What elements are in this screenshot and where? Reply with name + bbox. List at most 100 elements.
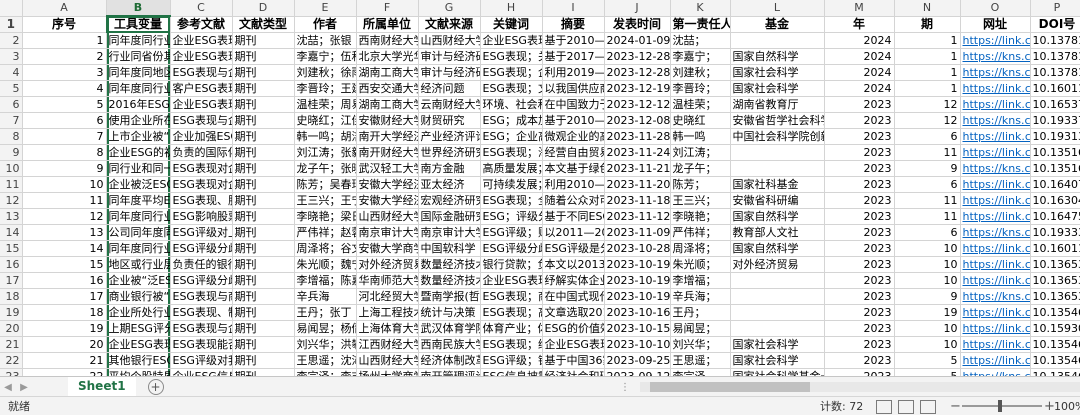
cell[interactable] xyxy=(730,160,825,177)
cell[interactable]: 2023-11-18 xyxy=(604,192,671,209)
row-header[interactable]: 7 xyxy=(0,112,23,129)
row-header[interactable]: 1 xyxy=(0,16,23,33)
prev-sheet-icon[interactable]: ◀ xyxy=(0,377,16,397)
cell[interactable]: ESG表现；企业 xyxy=(480,64,543,81)
column-header-n[interactable]: N xyxy=(894,0,961,17)
cell[interactable]: 9 xyxy=(894,288,961,305)
cell[interactable]: 基于不同ESG评 xyxy=(542,208,605,225)
cell[interactable]: 纾解实体企业 xyxy=(542,272,605,289)
cell[interactable]: 利用2010—20 xyxy=(542,176,605,193)
column-header-o[interactable]: O xyxy=(960,0,1031,17)
cell[interactable]: 13 xyxy=(22,224,107,241)
cell[interactable]: 期刊 xyxy=(232,176,295,193)
cell[interactable]: 期刊 xyxy=(232,320,295,337)
cell[interactable]: 10.15930/j.cn xyxy=(1030,320,1080,337)
cell[interactable]: ESG影响股票波 xyxy=(170,208,233,225)
row-header[interactable]: 11 xyxy=(0,176,23,193)
cell[interactable]: 经济体制改革 xyxy=(418,352,481,369)
cell[interactable]: 山西财经大学 xyxy=(418,32,481,49)
cell[interactable]: 李嘉宁； xyxy=(670,48,731,65)
row-header[interactable]: 4 xyxy=(0,64,23,81)
cell[interactable]: 2016年ESG的动 xyxy=(106,96,171,113)
cell[interactable]: ESG评级是分析 xyxy=(542,240,605,257)
cell[interactable]: 2023 xyxy=(824,160,895,177)
cell[interactable]: 2023 xyxy=(824,192,895,209)
cell[interactable]: 在中国致力于 xyxy=(542,96,605,113)
cell[interactable]: 公司同年度同 xyxy=(106,224,171,241)
cell[interactable]: ESG表现；高质 xyxy=(480,304,543,321)
column-header-j[interactable]: J xyxy=(604,0,671,17)
cell[interactable]: 2023-11-21 xyxy=(604,160,671,177)
cell[interactable]: 10.16304/j.cn xyxy=(1030,192,1080,209)
cell[interactable]: 19 xyxy=(22,320,107,337)
cell[interactable]: 期刊 xyxy=(232,112,295,129)
cell[interactable]: 环境、社会和 xyxy=(480,96,543,113)
spreadsheet-grid[interactable]: ABCDEFGHIJKLMNOP 1 序号 工具变量 参考文献 文献类型 作者 所属单位 文献… xyxy=(0,0,1080,376)
cell[interactable]: 3 xyxy=(22,64,107,81)
row-header[interactable]: 6 xyxy=(0,96,23,113)
cell[interactable]: 李宗泽；李志 xyxy=(294,368,357,376)
cell[interactable]: 2024 xyxy=(824,64,895,81)
cell[interactable]: 江西财经大学 xyxy=(356,336,419,353)
cell[interactable]: 暨南学报(哲学 xyxy=(418,288,481,305)
cell[interactable]: 随着公众对可 xyxy=(542,192,605,209)
cell[interactable]: 王丹； xyxy=(670,304,731,321)
cell[interactable]: https://link.cnk xyxy=(960,256,1031,273)
column-header-m[interactable]: M xyxy=(824,0,895,17)
cell[interactable]: 10.19333/j.cn xyxy=(1030,224,1080,241)
cell[interactable]: 11 xyxy=(894,144,961,161)
row-header[interactable]: 21 xyxy=(0,336,23,353)
cell[interactable]: 数量经济技术 xyxy=(418,256,481,273)
cell[interactable]: 2023 xyxy=(824,144,895,161)
cell[interactable]: 云南财经大学 xyxy=(418,96,481,113)
row-header[interactable]: 15 xyxy=(0,240,23,257)
cell[interactable]: 文章选取2010 xyxy=(542,304,605,321)
cell[interactable]: 辛兵海； xyxy=(670,288,731,305)
column-header-g[interactable]: G xyxy=(418,0,481,17)
cell[interactable]: 企业ESG表现； xyxy=(480,272,543,289)
cell[interactable]: ESG表现；文献 xyxy=(480,80,543,97)
row-header[interactable]: 23 xyxy=(0,368,23,376)
cell[interactable]: 宏观经济研究 xyxy=(418,192,481,209)
cell[interactable]: 10.16475/j.cn xyxy=(1030,208,1080,225)
cell[interactable]: 刘江涛； xyxy=(670,144,731,161)
cell[interactable]: 同年度平均ESG xyxy=(106,192,171,209)
cell[interactable]: 南开管理评论 xyxy=(418,368,481,376)
cell[interactable]: 2023-12-28 xyxy=(604,48,671,65)
cell[interactable]: 1 xyxy=(22,32,107,49)
cell[interactable]: 山西财经大学 xyxy=(356,352,419,369)
cell[interactable]: 亚太经济 xyxy=(418,176,481,193)
cell[interactable]: 审计与经济研 xyxy=(418,64,481,81)
row-header[interactable]: 9 xyxy=(0,144,23,161)
cell[interactable]: 2023-10-15 xyxy=(604,320,671,337)
cell[interactable]: 8 xyxy=(22,144,107,161)
cell[interactable]: https://kns.cnki.net/urlid/12.1 xyxy=(960,368,1031,376)
cell[interactable]: 使用企业所在 xyxy=(106,112,171,129)
cell[interactable]: 同年度同行业 xyxy=(106,80,171,97)
cell[interactable]: 中国软科学 xyxy=(418,240,481,257)
cell[interactable]: 温桂荣； xyxy=(670,96,731,113)
cell[interactable]: 1 xyxy=(894,80,961,97)
cell[interactable]: 产业经济评论 xyxy=(418,128,481,145)
cell[interactable]: 2023 xyxy=(824,304,895,321)
row-header[interactable]: 8 xyxy=(0,128,23,145)
cell[interactable]: 企业ESG表现； xyxy=(480,32,543,49)
cell[interactable]: 1 xyxy=(894,48,961,65)
cell[interactable]: https://link.cnk xyxy=(960,144,1031,161)
header-cell[interactable]: 文献来源 xyxy=(418,16,481,33)
cell[interactable]: 2023 xyxy=(824,96,895,113)
cell[interactable]: 经济问题 xyxy=(418,80,481,97)
cell[interactable]: 2023-11-20 xyxy=(604,176,671,193)
cell[interactable]: 韩一鸣；胡洁 xyxy=(294,128,357,145)
cell[interactable]: 在中国式现代 xyxy=(542,288,605,305)
zoom-level[interactable]: 100% xyxy=(1054,400,1080,413)
cell[interactable]: ESG表现、制度 xyxy=(170,304,233,321)
cell[interactable]: 10 xyxy=(894,272,961,289)
cell[interactable]: ESG评级；银行 xyxy=(480,352,543,369)
cell[interactable]: 9 xyxy=(894,160,961,177)
cell[interactable]: 企业加强ESG实 xyxy=(170,128,233,145)
cell[interactable]: 李增福； xyxy=(670,272,731,289)
scroll-track[interactable] xyxy=(640,382,1080,392)
cell[interactable]: 国家自然科学 xyxy=(730,240,825,257)
cell[interactable]: ESG表现、股价 xyxy=(170,192,233,209)
